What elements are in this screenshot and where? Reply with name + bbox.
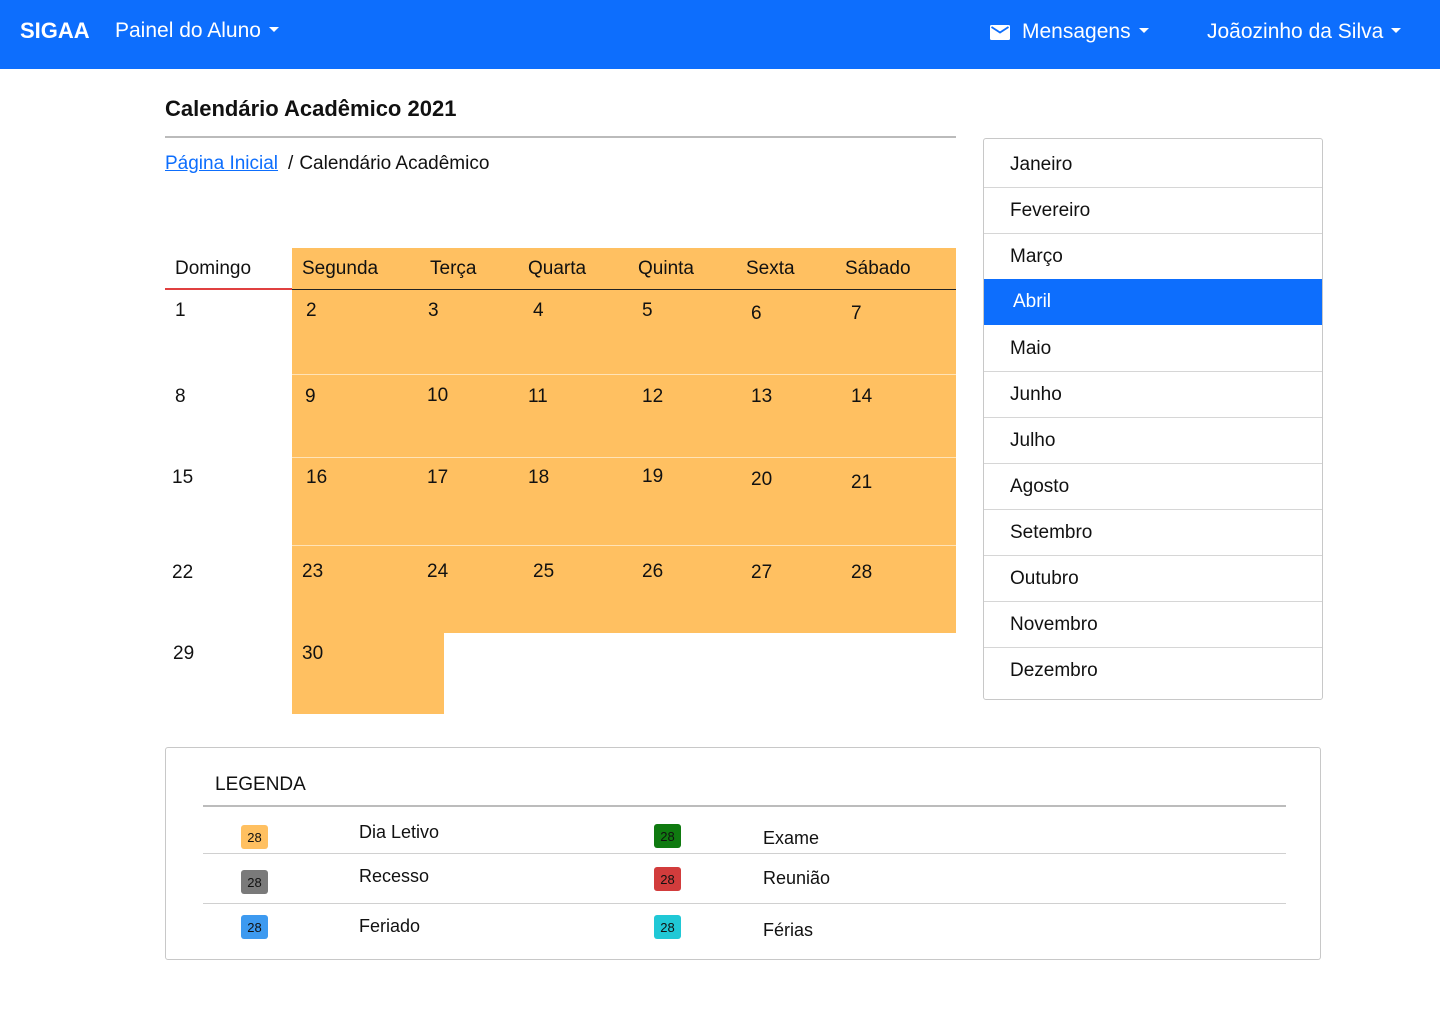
month-item-october[interactable]: Outubro (984, 556, 1322, 602)
legend-swatch-recess: 28 (241, 870, 268, 894)
top-navbar: SIGAA Painel do Aluno Mensagens Joãozinh… (0, 0, 1440, 69)
calendar-day[interactable]: 20 (751, 469, 772, 491)
calendar-day[interactable]: 23 (302, 561, 323, 583)
calendar-day[interactable]: 25 (533, 561, 554, 583)
month-item-january[interactable]: Janeiro (984, 142, 1322, 188)
breadcrumb-separator: / (288, 153, 294, 174)
calendar-day[interactable]: 7 (851, 303, 862, 325)
week-separator (292, 545, 956, 546)
weekday-header-tuesday: Terça (430, 258, 477, 279)
legend-row-divider (203, 853, 1286, 854)
calendar-day[interactable]: 4 (533, 300, 544, 322)
calendar-day[interactable]: 26 (642, 561, 663, 583)
calendar-day[interactable]: 22 (172, 562, 193, 584)
weekday-header-monday: Segunda (302, 258, 379, 279)
week-separator (292, 457, 956, 458)
legend-swatch-exam: 28 (654, 824, 681, 848)
student-panel-label: Painel do Aluno (115, 19, 261, 42)
breadcrumb-current: Calendário Acadêmico (299, 153, 490, 174)
week-separator (292, 374, 956, 375)
student-panel-dropdown[interactable]: Painel do Aluno (115, 19, 279, 43)
envelope-icon (990, 24, 1010, 40)
calendar-day[interactable]: 18 (528, 467, 549, 489)
month-item-march[interactable]: Março (984, 234, 1322, 280)
calendar-day[interactable]: 2 (306, 300, 317, 322)
legend-label-school-day: Dia Letivo (359, 822, 440, 842)
messages-dropdown[interactable]: Mensagens (990, 20, 1149, 44)
calendar-day[interactable]: 19 (642, 466, 663, 488)
legend-label-holiday: Feriado (359, 916, 421, 936)
month-item-september[interactable]: Setembro (984, 510, 1322, 556)
weekday-header-saturday: Sábado (845, 258, 911, 279)
calendar-day[interactable]: 1 (175, 300, 186, 322)
calendar-day[interactable]: 29 (173, 643, 194, 665)
weekday-header-friday: Sexta (746, 258, 795, 279)
calendar-day[interactable]: 9 (305, 386, 316, 408)
month-item-february[interactable]: Fevereiro (984, 188, 1322, 234)
calendar-day[interactable]: 21 (851, 472, 872, 494)
weekday-header-sunday: Domingo (175, 258, 252, 279)
user-menu-dropdown[interactable]: Joãozinho da Silva (1207, 20, 1402, 44)
breadcrumb: Página Inicial / Calendário Acadêmico (165, 153, 489, 175)
calendar-day[interactable]: 27 (751, 562, 772, 584)
calendar-day[interactable]: 12 (642, 386, 663, 408)
brand-logo[interactable]: SIGAA (20, 18, 90, 44)
month-item-august[interactable]: Agosto (984, 464, 1322, 510)
page-title: Calendário Acadêmico 2021 (165, 96, 457, 121)
calendar-day[interactable]: 3 (428, 300, 439, 322)
chevron-down-icon (1138, 27, 1149, 33)
month-item-november[interactable]: Novembro (984, 602, 1322, 648)
legend-swatch-holiday: 28 (241, 915, 268, 939)
calendar-day[interactable]: 10 (427, 385, 448, 407)
calendar-day[interactable]: 16 (306, 467, 327, 489)
calendar-day[interactable]: 28 (851, 562, 872, 584)
calendar-day[interactable]: 8 (175, 386, 186, 408)
calendar-day[interactable]: 14 (851, 386, 872, 408)
month-list: Janeiro Fevereiro Março Abril Maio Junho… (983, 138, 1323, 700)
calendar-day[interactable]: 30 (302, 643, 323, 665)
weekday-header-thursday: Quinta (638, 258, 694, 279)
legend-label-meeting: Reunião (763, 868, 831, 888)
legend-swatch-meeting: 28 (654, 867, 681, 891)
chevron-down-icon (1391, 27, 1402, 33)
legend-label-exam: Exame (763, 828, 820, 848)
month-item-april[interactable]: Abril (984, 279, 1322, 325)
legend-label-recess: Recesso (359, 866, 430, 886)
month-item-may[interactable]: Maio (984, 326, 1322, 372)
calendar-day[interactable]: 6 (751, 303, 762, 325)
messages-label: Mensagens (1022, 20, 1131, 43)
weekday-header-wednesday: Quarta (528, 258, 587, 279)
breadcrumb-home-link[interactable]: Página Inicial (165, 153, 278, 175)
month-item-july[interactable]: Julho (984, 418, 1322, 464)
sunday-header-underline (165, 288, 292, 290)
legend-row-divider (203, 903, 1286, 904)
legend-title: LEGENDA (215, 774, 306, 795)
calendar-day[interactable]: 5 (642, 300, 653, 322)
title-divider (165, 136, 956, 138)
month-item-december[interactable]: Dezembro (984, 648, 1322, 694)
calendar-day[interactable]: 17 (427, 467, 448, 489)
legend-swatch-school-day: 28 (241, 825, 268, 849)
legend-label-vacation: Férias (763, 920, 814, 940)
legend-header-divider (203, 805, 1286, 807)
legend-panel: LEGENDA 28 Dia Letivo 28 Exame 28 Recess… (165, 747, 1321, 960)
month-item-june[interactable]: Junho (984, 372, 1322, 418)
calendar-day[interactable]: 13 (751, 386, 772, 408)
calendar-day[interactable]: 11 (528, 386, 548, 408)
calendar-day[interactable]: 24 (427, 561, 448, 583)
chevron-down-icon (268, 26, 279, 32)
legend-swatch-vacation: 28 (654, 915, 681, 939)
user-name: Joãozinho da Silva (1207, 20, 1384, 43)
calendar-day[interactable]: 15 (172, 467, 193, 489)
weekday-header-underline (292, 289, 956, 290)
